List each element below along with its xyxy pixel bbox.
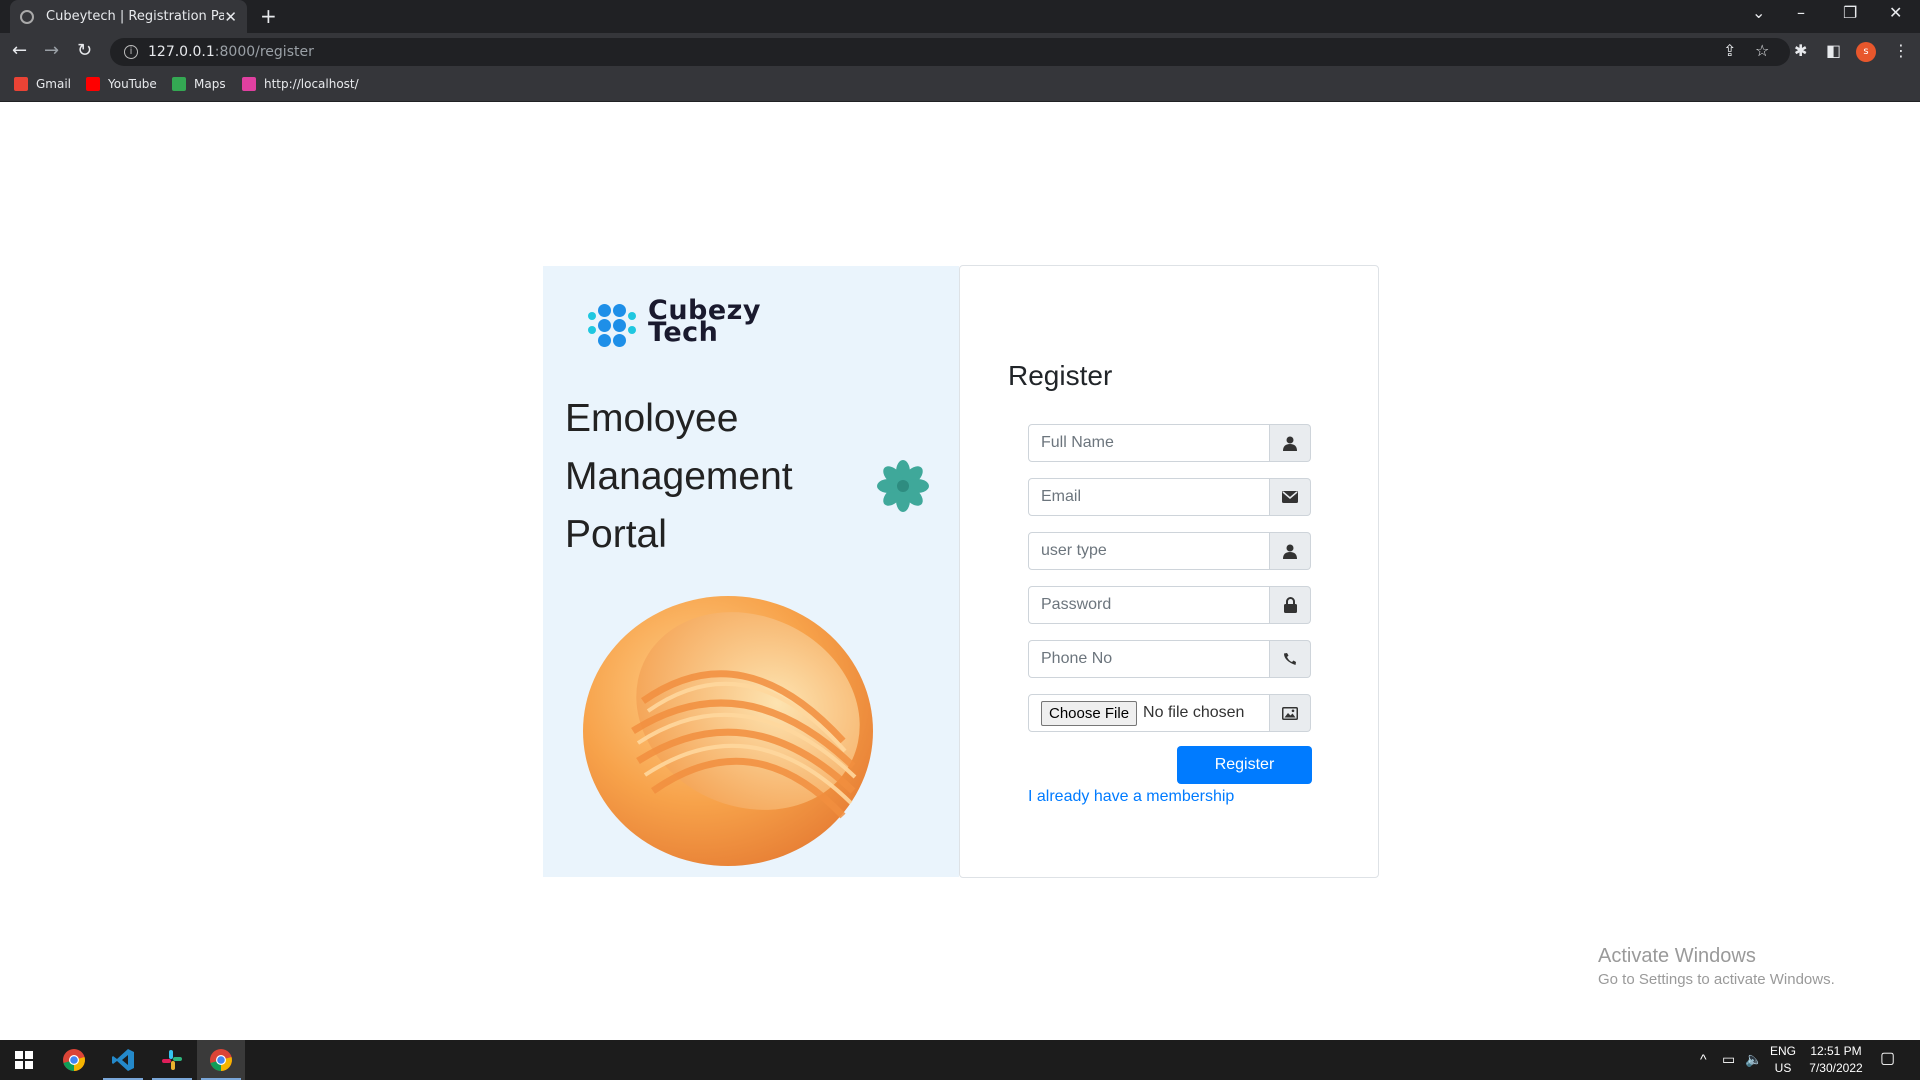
bookmark-star-icon[interactable]: ☆ bbox=[1755, 41, 1769, 60]
vscode-app-icon[interactable] bbox=[99, 1040, 147, 1080]
file-status: No file chosen bbox=[1143, 704, 1245, 721]
browser-tab[interactable]: Cubeytech | Registration Page ✕ bbox=[10, 0, 247, 33]
keyboard-region: US bbox=[1774, 1061, 1792, 1075]
address-bar[interactable]: i 127.0.0.1:8000/register bbox=[110, 38, 1790, 66]
browser-toolbar: ← → ↻ i 127.0.0.1:8000/register ⇪ ☆ ✱ ◧ … bbox=[0, 33, 1920, 70]
user-icon bbox=[1270, 424, 1311, 462]
clock[interactable]: 12:51 PM 7/30/2022 bbox=[1808, 1043, 1864, 1077]
bookmark-maps[interactable]: Maps bbox=[172, 77, 226, 91]
windows-start-icon[interactable] bbox=[0, 1040, 48, 1080]
taskbar: ^ ▭ 🔈 ENG US 12:51 PM 7/30/2022 ▢ bbox=[0, 1040, 1920, 1080]
full-name-field bbox=[1028, 424, 1311, 462]
bookmarks-bar: Gmail YouTube Maps http://localhost/ bbox=[0, 70, 1920, 102]
volume-icon[interactable]: 🔈 bbox=[1745, 1051, 1762, 1068]
tray-overflow-icon[interactable]: ^ bbox=[1700, 1051, 1707, 1068]
menu-icon[interactable]: ⋮ bbox=[1893, 41, 1909, 60]
minimize-icon[interactable]: – bbox=[1797, 3, 1805, 22]
forward-icon[interactable]: → bbox=[44, 40, 59, 61]
gmail-icon bbox=[14, 77, 28, 91]
envelope-icon bbox=[1270, 478, 1311, 516]
watermark-title: Activate Windows bbox=[1598, 945, 1756, 967]
email-field bbox=[1028, 478, 1311, 516]
back-icon[interactable]: ← bbox=[12, 40, 27, 61]
language-indicator[interactable]: ENG US bbox=[1770, 1043, 1796, 1077]
profile-avatar[interactable]: s bbox=[1856, 42, 1876, 62]
password-input[interactable] bbox=[1028, 586, 1270, 624]
activate-windows-watermark: Activate Windows Go to Settings to activ… bbox=[1598, 945, 1835, 988]
side-panel-icon[interactable]: ◧ bbox=[1826, 41, 1841, 60]
restore-icon[interactable]: ❐ bbox=[1843, 3, 1857, 22]
chrome-app-icon[interactable] bbox=[50, 1040, 98, 1080]
password-field bbox=[1028, 586, 1311, 624]
flower-decoration-icon bbox=[877, 460, 929, 512]
clock-time: 12:51 PM bbox=[1810, 1044, 1862, 1058]
browser-tab-strip: Cubeytech | Registration Page ✕ + ⌄ – ❐ … bbox=[0, 0, 1920, 33]
promo-panel: Cubezy Tech Emoloyee Management Portal bbox=[543, 266, 959, 877]
brand-logo: Cubezy Tech bbox=[586, 297, 786, 350]
share-icon[interactable]: ⇪ bbox=[1723, 41, 1736, 60]
full-name-input[interactable] bbox=[1028, 424, 1270, 462]
extensions-icon[interactable]: ✱ bbox=[1794, 41, 1807, 60]
user-type-field bbox=[1028, 532, 1311, 570]
choose-file-button[interactable]: Choose File bbox=[1041, 700, 1138, 726]
url-host: 127.0.0.1 bbox=[148, 44, 215, 60]
portal-title-line3: Portal bbox=[565, 513, 667, 556]
register-button[interactable]: Register bbox=[1177, 746, 1312, 784]
notifications-icon[interactable]: ▢ bbox=[1880, 1050, 1895, 1067]
tab-title: Cubeytech | Registration Page bbox=[46, 9, 225, 24]
user-type-input[interactable] bbox=[1028, 532, 1270, 570]
url-path: :8000/register bbox=[214, 44, 314, 60]
phone-field bbox=[1028, 640, 1311, 678]
portal-title-line2: Management bbox=[565, 455, 793, 498]
bookmark-localhost[interactable]: http://localhost/ bbox=[242, 77, 359, 91]
phone-icon bbox=[1270, 640, 1311, 678]
portal-title-line1: Emoloyee bbox=[565, 397, 739, 440]
bookmark-youtube[interactable]: YouTube bbox=[86, 77, 157, 91]
photo-upload-field: Choose File No file chosen bbox=[1028, 694, 1311, 732]
bookmark-gmail[interactable]: Gmail bbox=[14, 77, 71, 91]
login-link[interactable]: I already have a membership bbox=[1028, 788, 1234, 806]
reload-icon[interactable]: ↻ bbox=[77, 40, 92, 61]
chrome-active-app-icon[interactable] bbox=[197, 1040, 245, 1080]
clock-date: 7/30/2022 bbox=[1809, 1061, 1863, 1075]
bookmark-label: http://localhost/ bbox=[264, 77, 359, 91]
email-input[interactable] bbox=[1028, 478, 1270, 516]
tab-close-icon[interactable]: ✕ bbox=[224, 8, 237, 26]
close-window-icon[interactable]: ✕ bbox=[1889, 3, 1902, 22]
register-title: Register bbox=[1008, 360, 1113, 391]
file-input[interactable]: Choose File No file chosen bbox=[1028, 694, 1270, 732]
network-icon[interactable]: ▭ bbox=[1722, 1051, 1735, 1068]
user-icon bbox=[1270, 532, 1311, 570]
youtube-icon bbox=[86, 77, 100, 91]
new-tab-icon[interactable]: + bbox=[260, 4, 277, 28]
orange-orb-illustration bbox=[583, 596, 873, 866]
language-code: ENG bbox=[1770, 1044, 1797, 1058]
bookmark-label: Gmail bbox=[36, 77, 72, 91]
watermark-subtitle: Go to Settings to activate Windows. bbox=[1598, 971, 1835, 988]
maps-icon bbox=[172, 77, 186, 91]
portal-title: Emoloyee Management Portal bbox=[565, 390, 793, 564]
bookmark-label: YouTube bbox=[108, 77, 157, 91]
site-info-icon[interactable]: i bbox=[124, 45, 138, 59]
slack-app-icon[interactable] bbox=[148, 1040, 196, 1080]
lock-icon bbox=[1270, 586, 1311, 624]
bookmark-label: Maps bbox=[194, 77, 226, 91]
image-icon bbox=[1270, 694, 1311, 732]
localhost-icon bbox=[242, 77, 256, 91]
tab-search-icon[interactable]: ⌄ bbox=[1752, 3, 1765, 22]
phone-input[interactable] bbox=[1028, 640, 1270, 678]
brand-name: Cubezy Tech bbox=[648, 297, 761, 346]
tab-favicon-icon bbox=[20, 9, 34, 24]
register-card: Register Choose File No file chose bbox=[959, 265, 1379, 878]
